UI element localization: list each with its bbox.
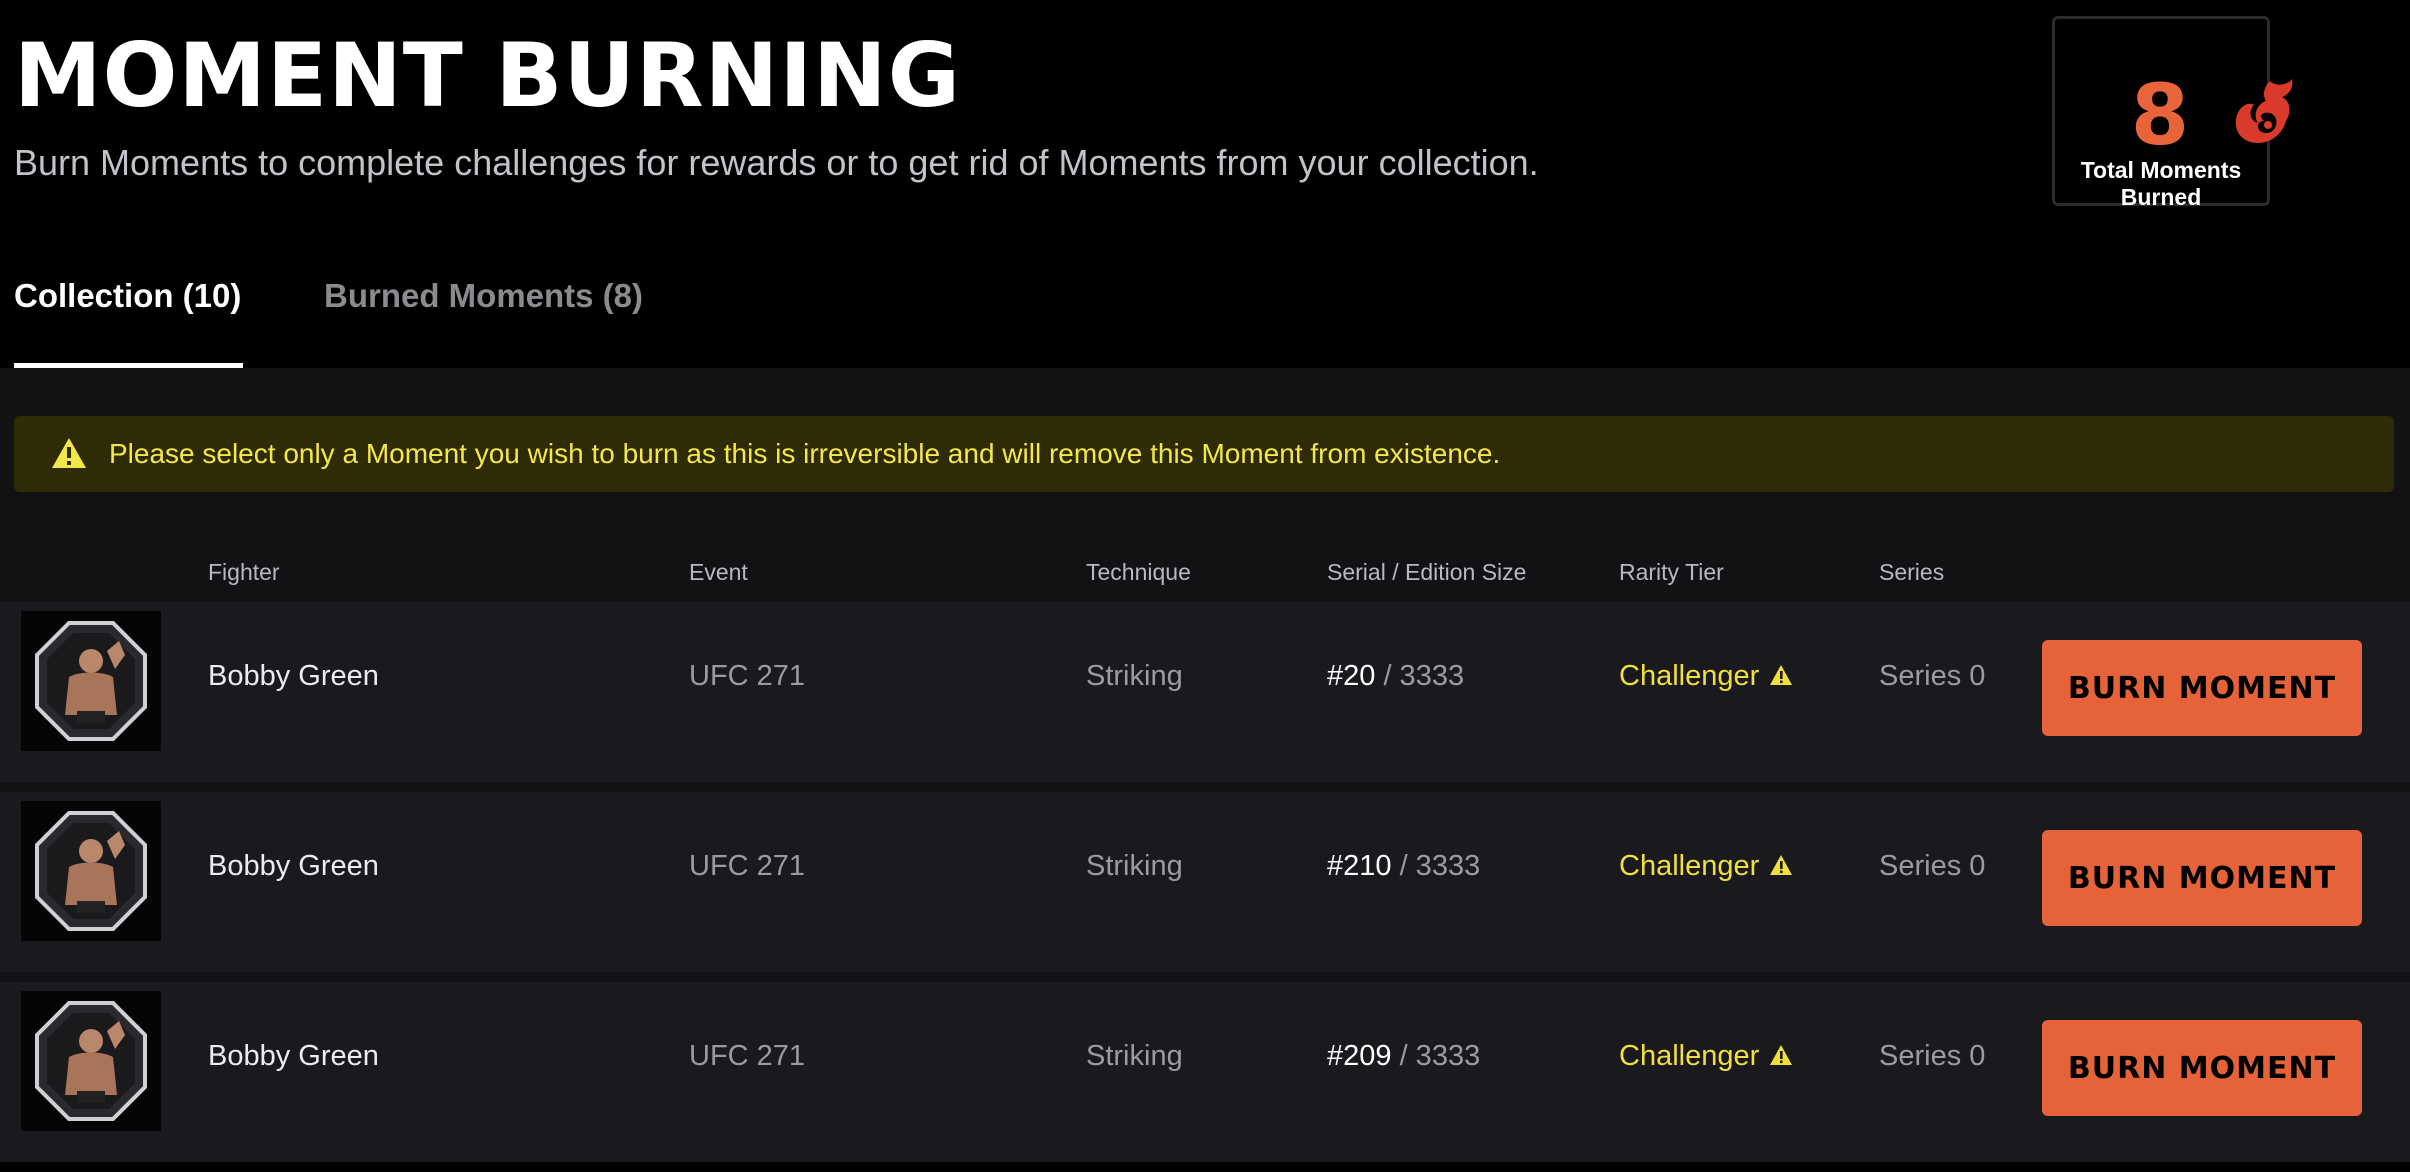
tab-burned-moments[interactable]: Burned Moments (8)	[324, 270, 643, 368]
column-header-rarity: Rarity Tier	[1619, 559, 1724, 585]
column-header-technique: Technique	[1086, 559, 1191, 585]
series: Series 0	[1879, 1040, 1986, 1072]
warning-text: Please select only a Moment you wish to …	[109, 438, 1501, 469]
table-row: Bobby Green UFC 271 Striking #209 / 3333…	[0, 982, 2410, 1162]
serial-edition: #209 / 3333	[1327, 1036, 1480, 1076]
warning-icon	[1770, 665, 1793, 685]
warning-icon	[1770, 1045, 1793, 1065]
tab-collection[interactable]: Collection (10)	[14, 270, 243, 368]
rarity-tier: Challenger	[1619, 656, 1793, 696]
page-title: MOMENT BURNING	[14, 24, 961, 127]
fighter-name: Bobby Green	[208, 850, 379, 882]
warning-icon	[52, 438, 86, 468]
fighter-image	[21, 611, 161, 751]
moment-thumbnail[interactable]	[21, 611, 161, 751]
fighter-image	[21, 991, 161, 1131]
serial-number: #209	[1327, 1040, 1392, 1072]
warning-banner: Please select only a Moment you wish to …	[14, 416, 2394, 492]
column-header-event: Event	[689, 559, 748, 585]
rarity-tier: Challenger	[1619, 846, 1793, 886]
page-subtitle: Burn Moments to complete challenges for …	[14, 142, 1539, 183]
edition-size: / 3333	[1391, 1040, 1481, 1072]
moment-thumbnail[interactable]	[21, 991, 161, 1131]
table-row: Bobby Green UFC 271 Striking #210 / 3333…	[0, 792, 2410, 972]
burn-moment-button[interactable]: BURN MOMENT	[2042, 640, 2362, 736]
serial-number: #20	[1327, 660, 1376, 692]
technique: Striking	[1086, 850, 1183, 882]
fighter-image	[21, 801, 161, 941]
technique: Striking	[1086, 1040, 1183, 1072]
fighter-name: Bobby Green	[208, 660, 379, 692]
event-name: UFC 271	[689, 660, 806, 692]
flame-icon	[2235, 79, 2293, 143]
table-header: Fighter Event Technique Serial / Edition…	[0, 552, 2410, 592]
main-content: Please select only a Moment you wish to …	[0, 368, 2410, 1162]
serial-edition: #20 / 3333	[1327, 656, 1464, 696]
column-header-serial: Serial / Edition Size	[1327, 559, 1527, 585]
moment-thumbnail[interactable]	[21, 801, 161, 941]
edition-size: / 3333	[1391, 850, 1481, 882]
fighter-name: Bobby Green	[208, 1040, 379, 1072]
burned-count: 8	[2130, 66, 2190, 164]
column-header-fighter: Fighter	[208, 559, 280, 585]
series: Series 0	[1879, 850, 1986, 882]
rarity-label: Challenger	[1619, 660, 1760, 692]
page-header: MOMENT BURNING Burn Moments to complete …	[0, 0, 2410, 368]
warning-icon	[1770, 855, 1793, 875]
rarity-tier: Challenger	[1619, 1036, 1793, 1076]
burned-label: Total Moments Burned	[2080, 157, 2242, 210]
series: Series 0	[1879, 660, 1986, 692]
event-name: UFC 271	[689, 850, 806, 882]
rarity-label: Challenger	[1619, 1040, 1760, 1072]
burn-moment-button[interactable]: BURN MOMENT	[2042, 1020, 2362, 1116]
rarity-label: Challenger	[1619, 850, 1760, 882]
technique: Striking	[1086, 660, 1183, 692]
moments-table: Bobby Green UFC 271 Striking #20 / 3333 …	[0, 602, 2410, 1172]
total-burned-card: 8 Total Moments Burned	[2052, 16, 2293, 210]
serial-edition: #210 / 3333	[1327, 846, 1480, 886]
table-row: Bobby Green UFC 271 Striking #20 / 3333 …	[0, 602, 2410, 782]
edition-size: / 3333	[1375, 660, 1465, 692]
column-header-series: Series	[1879, 559, 1945, 585]
event-name: UFC 271	[689, 1040, 806, 1072]
burn-moment-button[interactable]: BURN MOMENT	[2042, 830, 2362, 926]
serial-number: #210	[1327, 850, 1392, 882]
